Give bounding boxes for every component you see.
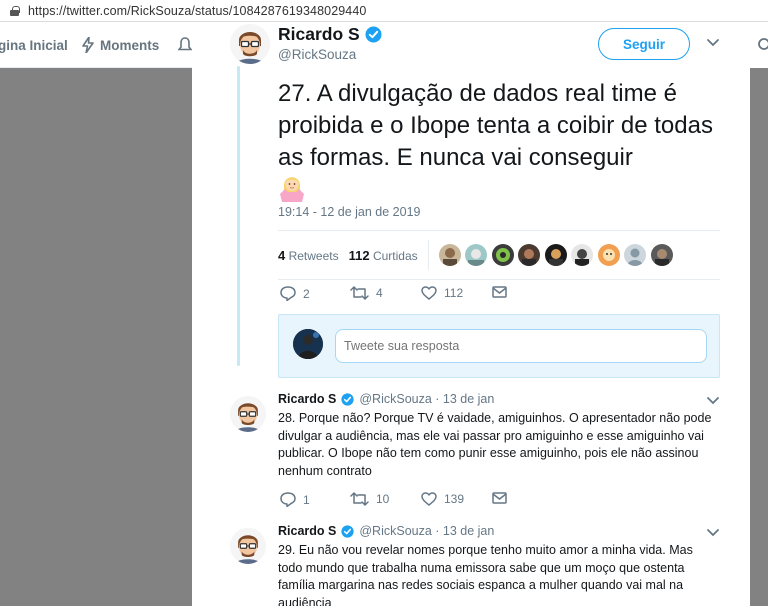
nav-moments[interactable]: Moments — [82, 22, 159, 68]
reply-count: 1 — [303, 492, 310, 507]
envelope-icon — [492, 492, 507, 504]
tweet-stats: 4 Retweets 112 Curtidas — [278, 230, 720, 280]
reply-meta[interactable]: @RickSouza · 13 de jan — [359, 524, 494, 538]
like-action[interactable]: 139 — [421, 492, 464, 506]
like-action[interactable]: 112 — [421, 286, 463, 300]
reply-text: 29. Eu não vou revelar nomes porque tenh… — [278, 543, 693, 606]
author-handle[interactable]: @RickSouza — [278, 47, 356, 62]
nav-notifications[interactable] — [178, 22, 192, 68]
address-bar[interactable]: https://twitter.com/RickSouza/status/108… — [0, 0, 768, 22]
reply-text: 28. Porque não? Porque TV é vaidade, ami… — [278, 411, 712, 478]
lightning-icon — [82, 37, 94, 53]
reply-actions: 1 10 139 — [278, 492, 718, 510]
url-text[interactable]: https://twitter.com/RickSouza/status/108… — [28, 4, 366, 18]
retweet-count: 10 — [376, 492, 390, 506]
likes-label: Curtidas — [372, 248, 418, 263]
author-avatar[interactable] — [230, 24, 270, 64]
likes-stat[interactable]: 112 Curtidas — [349, 248, 418, 263]
tweet-modal: Ricardo S @RickSouza Seguir 27. A divulg… — [192, 22, 750, 606]
retweet-icon — [350, 492, 369, 506]
tweet-actions: 2 4 112 — [278, 286, 718, 304]
likes-count: 112 — [348, 247, 370, 263]
author-name[interactable]: Ricardo S — [278, 24, 382, 45]
author-avatar[interactable] — [230, 396, 266, 432]
retweets-label: Retweets — [288, 248, 339, 263]
reply-icon — [280, 286, 296, 301]
liker-avatar[interactable] — [465, 244, 488, 266]
liker-avatar[interactable] — [491, 244, 514, 266]
heart-icon — [421, 492, 437, 506]
message-action[interactable] — [492, 286, 507, 298]
current-user-avatar[interactable] — [293, 329, 323, 359]
liker-avatar[interactable] — [518, 244, 541, 266]
chevron-down-icon[interactable] — [706, 396, 720, 406]
verified-icon — [341, 524, 354, 538]
reply-action[interactable]: 1 — [280, 492, 310, 507]
message-action[interactable] — [492, 492, 507, 504]
reply-author-name[interactable]: Ricardo S — [278, 524, 336, 538]
reply-tweet[interactable]: Ricardo S @RickSouza · 13 de jan 29. Eu … — [192, 524, 750, 606]
reply-icon — [280, 492, 296, 507]
retweet-action[interactable]: 4 — [350, 286, 383, 300]
chevron-down-icon[interactable] — [706, 38, 720, 48]
verified-icon — [365, 26, 382, 43]
liker-avatar[interactable] — [544, 244, 567, 266]
liker-avatar[interactable] — [624, 244, 647, 266]
retweets-count: 4 — [278, 247, 286, 263]
reply-meta[interactable]: @RickSouza · 13 de jan — [359, 392, 494, 406]
retweet-count: 4 — [376, 286, 383, 300]
liker-avatar[interactable] — [571, 244, 594, 266]
tweet-timestamp[interactable]: 19:14 - 12 de jan de 2019 — [278, 205, 420, 219]
likers-avatars — [438, 244, 678, 266]
search-icon[interactable] — [756, 36, 768, 60]
like-count: 139 — [444, 492, 465, 506]
stats-divider — [427, 240, 429, 270]
author-avatar[interactable] — [230, 528, 266, 564]
reply-action[interactable]: 2 — [280, 286, 310, 301]
reply-author-name[interactable]: Ricardo S — [278, 392, 336, 406]
retweet-action[interactable]: 10 — [350, 492, 389, 506]
chevron-down-icon[interactable] — [706, 528, 720, 538]
author-name-text: Ricardo S — [278, 24, 360, 44]
reply-input[interactable] — [335, 329, 707, 363]
reply-header: Ricardo S @RickSouza · 13 de jan — [278, 392, 494, 406]
reply-count: 2 — [303, 286, 310, 301]
nav-moments-label: Moments — [100, 37, 160, 53]
envelope-icon — [492, 286, 507, 298]
reply-tweet[interactable]: Ricardo S @RickSouza · 13 de jan 28. Por… — [192, 392, 750, 512]
verified-icon — [341, 392, 354, 406]
lock-icon — [10, 5, 20, 16]
retweet-icon — [350, 286, 369, 300]
liker-avatar[interactable] — [597, 244, 620, 266]
liker-avatar[interactable] — [650, 244, 673, 266]
bell-icon — [178, 37, 192, 51]
nav-home[interactable]: gina Inicial — [0, 22, 68, 68]
follow-button[interactable]: Seguir — [598, 28, 690, 60]
like-count: 112 — [444, 286, 464, 300]
heart-icon — [421, 286, 437, 300]
tweet-text: 27. A divulgação de dados real time é pr… — [278, 78, 718, 211]
reply-composer — [278, 314, 720, 378]
retweets-stat[interactable]: 4 Retweets — [278, 248, 339, 263]
thread-line — [237, 66, 240, 366]
liker-avatar[interactable] — [438, 244, 461, 266]
nav-home-label: gina Inicial — [0, 37, 68, 53]
reply-header: Ricardo S @RickSouza · 13 de jan — [278, 524, 494, 538]
tweet-text-content: 27. A divulgação de dados real time é pr… — [278, 80, 713, 171]
